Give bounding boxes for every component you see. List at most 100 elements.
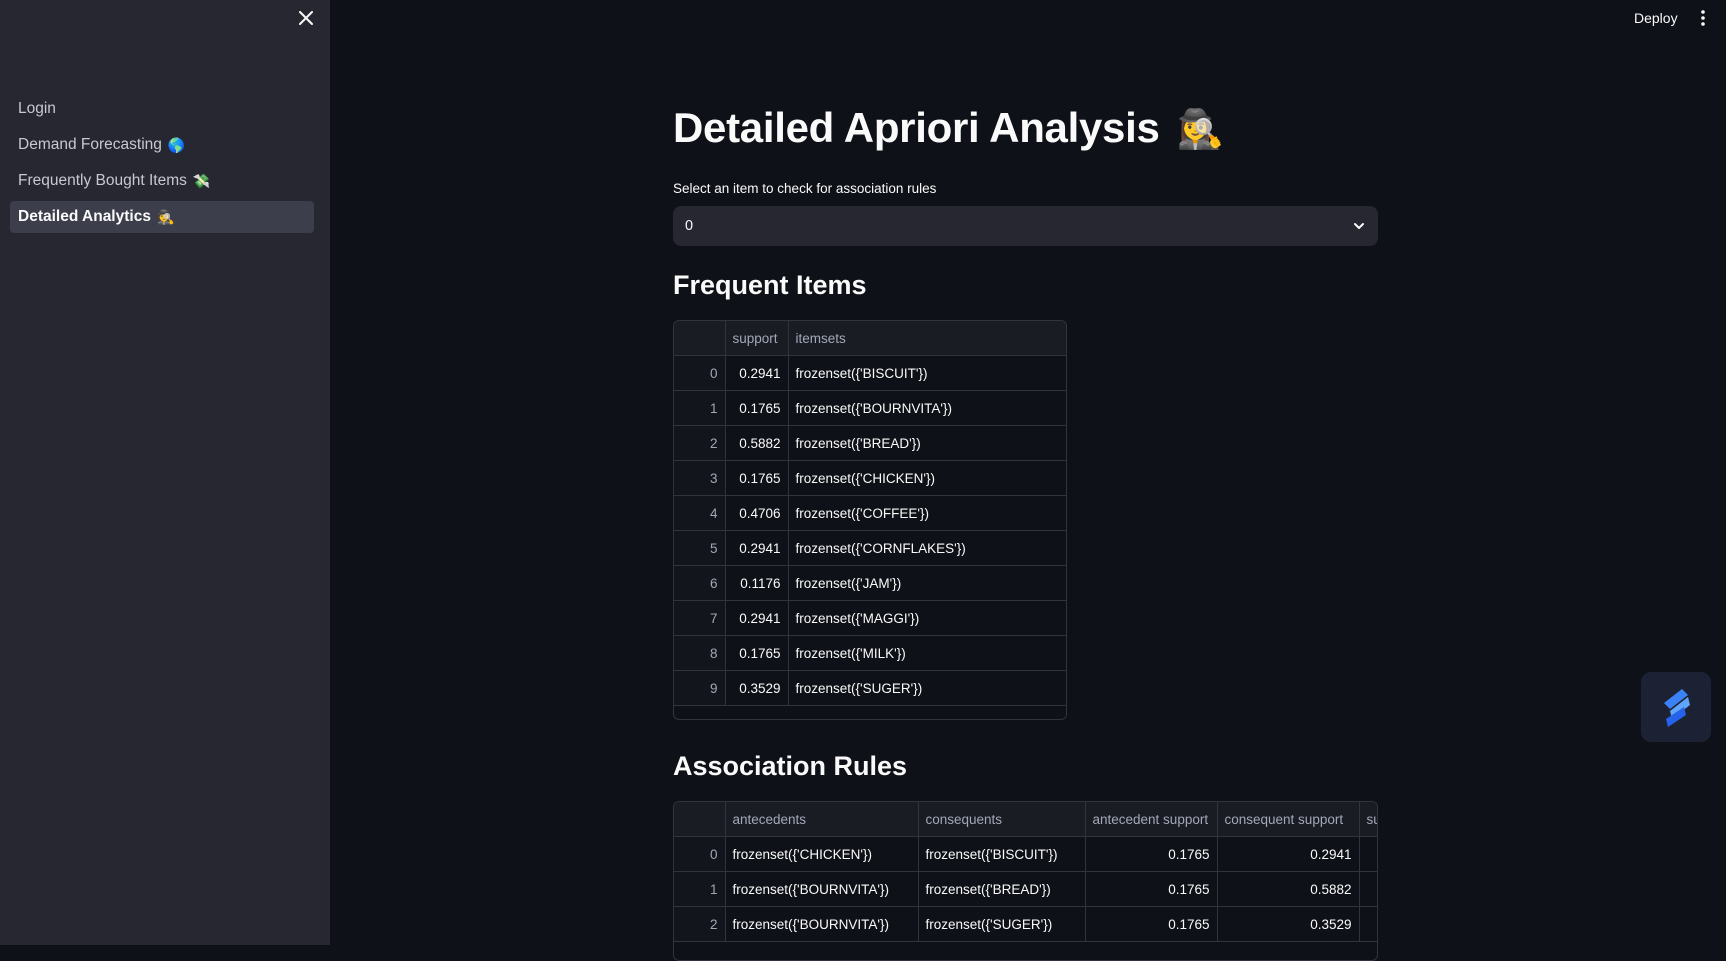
table-cell[interactable]: 0.2941 (725, 530, 789, 566)
table-cell[interactable]: frozenset({'BREAD'}) (788, 425, 1066, 461)
sidebar-item-demand-forecasting[interactable]: Demand Forecasting 🌎 (10, 129, 314, 161)
table-cell[interactable]: 0.1765 (725, 460, 789, 496)
association-rule-row[interactable]: 2 frozenset({'BOURNVITA'}) frozenset({'SUG… (674, 906, 1377, 942)
item-select[interactable]: 0 (673, 206, 1378, 246)
frequent-items-heading: Frequent Items (673, 270, 867, 300)
table-cell[interactable]: 0.1765 (725, 635, 789, 671)
table-cell[interactable]: frozenset({'SUGER'}) (918, 906, 1086, 942)
row-index: 3 (674, 460, 726, 496)
association-rules-table[interactable]: antecedents consequents antecedent support… (673, 801, 1378, 961)
deploy-button[interactable]: Deploy (1626, 6, 1686, 30)
table-cell[interactable]: 0.2941 (725, 600, 789, 636)
column-header[interactable]: consequents (918, 802, 1086, 837)
select-value: 0 (685, 218, 694, 234)
chevron-down-icon (1354, 223, 1364, 229)
table-cell[interactable]: 0.2941 (1217, 836, 1360, 872)
frequent-items-table[interactable]: support itemsets 0 0.2941 frozenset({'BISCU… (673, 320, 1067, 720)
frequent-item-row[interactable]: 1 0.1765 frozenset({'BOURNVITA'}) (674, 390, 1066, 426)
detective-icon: 🕵️‍♀️ (1176, 109, 1224, 151)
table-cell[interactable]: 0.5882 (1217, 871, 1360, 907)
row-index: 6 (674, 565, 726, 601)
table-cell[interactable]: frozenset({'JAM'}) (788, 565, 1066, 601)
table-cell[interactable]: frozenset({'CORNFLAKES'}) (788, 530, 1066, 566)
page-title-text: Detailed Apriori Analysis (673, 104, 1160, 151)
table-cell[interactable]: 0.1765 (1085, 906, 1218, 942)
streamlit-logo-icon (1664, 689, 1690, 727)
row-index: 1 (674, 871, 726, 907)
table-cell[interactable]: frozenset({'SUGER'}) (788, 670, 1066, 706)
close-icon (299, 11, 313, 25)
frequent-item-row[interactable]: 7 0.2941 frozenset({'MAGGI'}) (674, 600, 1066, 636)
column-header[interactable]: support (725, 321, 789, 356)
table-cell[interactable]: 0.3529 (725, 670, 789, 706)
frequent-item-row[interactable]: 2 0.5882 frozenset({'BREAD'}) (674, 425, 1066, 461)
index-header[interactable] (674, 321, 726, 356)
row-index: 1 (674, 390, 726, 426)
row-index: 9 (674, 670, 726, 706)
column-header[interactable]: antecedent support (1085, 802, 1218, 837)
table-cell[interactable]: frozenset({'BOURNVITA'}) (725, 871, 919, 907)
money-wings-icon: 💸 (192, 172, 211, 189)
globe-icon: 🌎 (167, 136, 186, 153)
frequent-item-row[interactable]: 4 0.4706 frozenset({'COFFEE'}) (674, 495, 1066, 531)
select-label: Select an item to check for association … (673, 181, 937, 196)
streamlit-logo-button[interactable] (1641, 672, 1711, 742)
row-index: 7 (674, 600, 726, 636)
table-cell[interactable]: frozenset({'COFFEE'}) (788, 495, 1066, 531)
table-cell[interactable]: 0.1765 (1085, 836, 1218, 872)
frequent-item-row[interactable]: 6 0.1176 frozenset({'JAM'}) (674, 565, 1066, 601)
sidebar-item-label: Frequently Bought Items (18, 172, 187, 189)
row-index: 2 (674, 425, 726, 461)
table-cell[interactable]: frozenset({'BOURNVITA'}) (788, 390, 1066, 426)
sidebar-item-frequently-bought-items[interactable]: Frequently Bought Items 💸 (10, 165, 314, 197)
frequent-item-row[interactable]: 3 0.1765 frozenset({'CHICKEN'}) (674, 460, 1066, 496)
association-rule-row[interactable]: 0 frozenset({'CHICKEN'}) frozenset({'BISCU… (674, 836, 1377, 872)
table-cell[interactable]: frozenset({'MAGGI'}) (788, 600, 1066, 636)
frequent-item-row[interactable]: 9 0.3529 frozenset({'SUGER'}) (674, 670, 1066, 706)
association-rules-heading: Association Rules (673, 751, 908, 781)
frequent-item-row[interactable]: 8 0.1765 frozenset({'MILK'}) (674, 635, 1066, 671)
table-cell[interactable]: 0. (1359, 836, 1377, 872)
row-index: 5 (674, 530, 726, 566)
table-cell[interactable]: 0.5882 (725, 425, 789, 461)
sidebar: Login Demand Forecasting 🌎 Frequently Bo… (0, 0, 330, 945)
main-menu-button[interactable] (1694, 6, 1712, 30)
table-cell[interactable]: 0.1765 (1085, 871, 1218, 907)
column-header[interactable]: sup (1359, 802, 1377, 837)
table-cell[interactable]: frozenset({'BREAD'}) (918, 871, 1086, 907)
row-index: 8 (674, 635, 726, 671)
table-cell[interactable]: frozenset({'BISCUIT'}) (918, 836, 1086, 872)
row-index: 0 (674, 836, 726, 872)
table-cell[interactable]: 0.2941 (725, 355, 789, 391)
close-sidebar-button[interactable] (294, 6, 318, 30)
table-cell[interactable]: 0. (1359, 906, 1377, 942)
sidebar-item-label: Detailed Analytics (18, 208, 151, 225)
table-cell[interactable]: frozenset({'MILK'}) (788, 635, 1066, 671)
table-cell[interactable]: frozenset({'CHICKEN'}) (788, 460, 1066, 496)
table-cell[interactable]: frozenset({'BISCUIT'}) (788, 355, 1066, 391)
index-header[interactable] (674, 802, 726, 837)
table-cell[interactable]: 0.3529 (1217, 906, 1360, 942)
column-header[interactable]: consequent support (1217, 802, 1360, 837)
association-rule-row[interactable]: 1 frozenset({'BOURNVITA'}) frozenset({'BRE… (674, 871, 1377, 907)
table-cell[interactable]: 0. (1359, 871, 1377, 907)
more-vertical-icon (1701, 10, 1705, 26)
sidebar-item-label: Demand Forecasting (18, 136, 162, 153)
table-cell[interactable]: frozenset({'BOURNVITA'}) (725, 906, 919, 942)
column-header[interactable]: itemsets (788, 321, 1066, 356)
deploy-label: Deploy (1634, 10, 1678, 26)
table-cell[interactable]: 0.1765 (725, 390, 789, 426)
table-cell[interactable]: frozenset({'CHICKEN'}) (725, 836, 919, 872)
table-cell[interactable]: 0.4706 (725, 495, 789, 531)
row-index: 0 (674, 355, 726, 391)
row-index: 4 (674, 495, 726, 531)
column-header[interactable]: antecedents (725, 802, 919, 837)
sidebar-item-label: Login (18, 100, 56, 117)
detective-icon: 🕵️ (156, 208, 175, 225)
sidebar-item-login[interactable]: Login (10, 93, 314, 125)
frequent-item-row[interactable]: 0 0.2941 frozenset({'BISCUIT'}) (674, 355, 1066, 391)
table-cell[interactable]: 0.1176 (725, 565, 789, 601)
sidebar-item-detailed-analytics[interactable]: Detailed Analytics 🕵️ (10, 201, 314, 233)
sidebar-nav: Login Demand Forecasting 🌎 Frequently Bo… (10, 93, 314, 237)
frequent-item-row[interactable]: 5 0.2941 frozenset({'CORNFLAKES'}) (674, 530, 1066, 566)
